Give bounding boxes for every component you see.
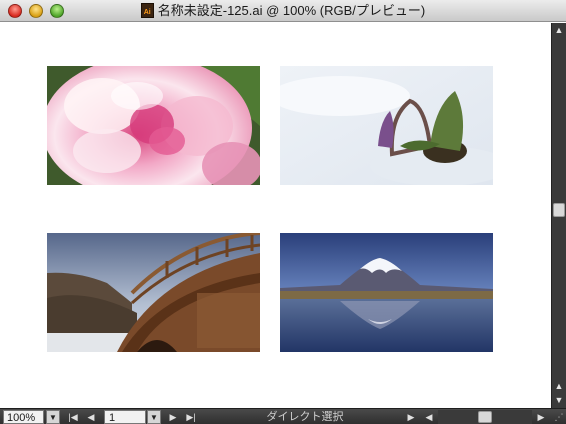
snow-flower-photo[interactable] <box>280 66 493 185</box>
window-title: 名称未設定-125.ai @ 100% (RGB/プレビュー) <box>157 3 426 18</box>
snow-flower-image <box>280 66 493 185</box>
scroll-up-arrow-bottom-icon[interactable]: ▲ <box>552 379 566 393</box>
peony-flower-image <box>47 66 260 185</box>
page-number-field[interactable]: 1 <box>104 410 146 424</box>
window-title-area: Ai 名称未設定-125.ai @ 100% (RGB/プレビュー) <box>0 3 566 19</box>
file-icon-label: Ai <box>143 9 151 16</box>
wooden-bridge-photo[interactable] <box>47 233 260 352</box>
vertical-scrollbar[interactable]: ▲ ▲ ▼ <box>551 23 566 408</box>
wooden-bridge-image <box>47 233 260 352</box>
artboard-canvas[interactable] <box>0 23 551 408</box>
prev-page-icon[interactable]: ◀ <box>84 410 98 424</box>
last-page-icon[interactable]: ▶| <box>184 410 198 424</box>
illustrator-document-window: Ai 名称未設定-125.ai @ 100% (RGB/プレビュー) ▲ ▲ ▼… <box>0 0 566 424</box>
tool-menu-arrow-icon[interactable]: ▶ <box>404 410 418 424</box>
vertical-scroll-thumb[interactable] <box>553 203 565 217</box>
first-page-icon[interactable]: |◀ <box>66 410 80 424</box>
peony-flower-photo[interactable] <box>47 66 260 185</box>
illustrator-file-icon: Ai <box>140 3 154 18</box>
resize-grip-icon[interactable]: ⋰ <box>553 410 565 424</box>
zoom-dropdown-arrow-icon[interactable]: ▼ <box>46 410 60 424</box>
mount-fuji-image <box>280 233 493 352</box>
title-bar[interactable]: Ai 名称未設定-125.ai @ 100% (RGB/プレビュー) <box>0 0 566 22</box>
zoom-level-field[interactable]: 100% <box>3 410 44 424</box>
scroll-up-arrow-icon[interactable]: ▲ <box>552 23 566 37</box>
scroll-right-arrow-icon[interactable]: ▶ <box>534 410 548 424</box>
scroll-down-arrow-icon[interactable]: ▼ <box>552 393 566 407</box>
current-tool-label: ダイレクト選択 <box>266 411 344 423</box>
mount-fuji-photo[interactable] <box>280 233 493 352</box>
status-bar: 100% ▼ |◀ ◀ 1 ▼ ▶ ▶| ダイレクト選択 ▶ ◀ ▶ ⋰ <box>0 408 566 424</box>
scroll-left-arrow-icon[interactable]: ◀ <box>422 410 436 424</box>
next-page-icon[interactable]: ▶ <box>166 410 180 424</box>
horizontal-scroll-thumb[interactable] <box>478 411 492 423</box>
page-dropdown-arrow-icon[interactable]: ▼ <box>147 410 161 424</box>
